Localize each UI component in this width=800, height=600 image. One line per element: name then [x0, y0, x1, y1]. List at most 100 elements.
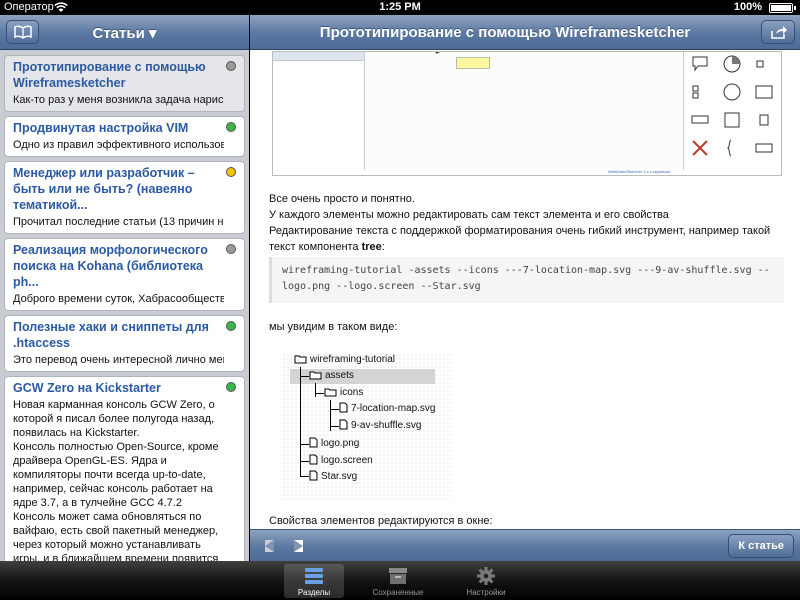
outline-pane — [273, 52, 365, 170]
paragraph-5: Свойства элементов редактируются в окне: — [269, 515, 493, 527]
tree-node-location-map: 7-location-map.svg — [339, 402, 435, 416]
tab-bar: Разделы Сохраненные Настройки — [0, 561, 800, 600]
cross-out-icon — [692, 140, 708, 156]
status-dot-icon — [226, 122, 236, 132]
article-item-title: Реализация морфологического поиска на Ko… — [13, 243, 208, 289]
file-icon — [339, 402, 348, 413]
color-picker-icon — [755, 85, 773, 99]
articles-title-dropdown[interactable]: Статьи ▾ — [0, 24, 249, 42]
status-dot-icon — [226, 167, 236, 177]
tree-node-root: wireframing-tutorial — [294, 353, 395, 367]
tab-label: Настройки — [466, 588, 506, 597]
tree-node-assets: assets — [309, 369, 354, 383]
article-item-title: Менеджер или разработчик – быть или не б… — [13, 166, 195, 212]
folder-open-icon — [324, 388, 337, 397]
chart-icon — [723, 55, 741, 73]
share-button[interactable] — [761, 20, 795, 44]
date-field-icon — [755, 143, 773, 153]
gear-icon — [477, 567, 495, 585]
article-list-item[interactable]: Реализация морфологического поиска на Ko… — [4, 238, 245, 311]
article-navbar: Прототипирование с помощью Wireframesket… — [250, 15, 800, 50]
tree-node-icons: icons — [324, 386, 363, 400]
paragraph-4: мы увидим в таком виде: — [269, 321, 398, 333]
clock: 1:25 PM — [379, 1, 421, 13]
tree-node-logo-screen: logo.screen — [309, 454, 373, 468]
paragraph-2: У каждого элементы можно редактировать с… — [269, 209, 669, 221]
back-to-article-button[interactable]: К статье — [728, 534, 794, 558]
wireframesketcher-screenshot: WireframeSketcher 4.x.x скриншот — [272, 51, 782, 176]
battery-icon — [769, 3, 796, 13]
sticky-note — [456, 57, 490, 69]
article-item-title: Полезные хаки и сниппеты для .htaccess — [13, 320, 209, 350]
component-icon — [724, 112, 740, 128]
article-item-excerpt: Это перевод очень интересной лично мен..… — [13, 354, 224, 366]
article-list-item[interactable]: Менеджер или разработчик – быть или не б… — [4, 161, 245, 234]
articles-panel: Статьи ▾ Прототипирование с помощью Wire… — [0, 15, 249, 561]
articles-navbar: Статьи ▾ — [0, 15, 249, 50]
article-item-excerpt: Как-то раз у меня возникла задача нарисо… — [13, 94, 224, 106]
tree-node-label: logo.screen — [321, 455, 373, 466]
curly-brace-icon — [726, 139, 732, 157]
tree-node-label: 9-av-shuffle.svg — [351, 420, 422, 431]
paragraph-3: Редактирование текста с поддержкой форма… — [269, 223, 784, 255]
folder-open-icon — [294, 355, 307, 364]
tree-node-star: Star.svg — [309, 470, 357, 484]
tree-node-label: Star.svg — [321, 471, 358, 482]
article-panel: Прототипирование с помощью Wireframesket… — [250, 15, 800, 561]
prev-arrow-icon[interactable] — [265, 540, 274, 552]
file-icon — [309, 437, 318, 448]
file-icon — [309, 470, 318, 481]
tree-node-shuffle: 9-av-shuffle.svg — [339, 419, 421, 433]
status-bar: Оператор 1:25 PM 100% — [0, 0, 800, 15]
share-icon — [771, 26, 787, 39]
tab-saved[interactable]: Сохраненные — [368, 564, 428, 598]
screenshot-caption: WireframeSketcher 4.x.x скриншот — [608, 169, 671, 174]
cover-flow-icon — [759, 114, 769, 126]
article-content[interactable]: WireframeSketcher 4.x.x скриншот Все оче… — [250, 51, 800, 529]
status-dot-icon — [226, 61, 236, 71]
paragraph-3-text: Редактирование текста с поддержкой форма… — [269, 225, 771, 253]
article-list-item[interactable]: Полезные хаки и сниппеты для .htaccess Эт… — [4, 315, 245, 372]
folder-open-icon — [309, 371, 322, 380]
battery-percent: 100% — [733, 1, 762, 13]
component-palette — [683, 52, 781, 170]
sections-icon — [305, 568, 323, 584]
checkbox-icon — [756, 60, 764, 68]
article-list-item[interactable]: GCW Zero на Kickstarter Новая карманная к… — [4, 376, 245, 561]
tab-settings[interactable]: Настройки — [456, 564, 516, 598]
article-list-item[interactable]: Прототипирование с помощью Wireframesket… — [4, 55, 245, 112]
article-item-excerpt: Прочитал последние статьи (13 причин не.… — [13, 216, 224, 228]
paragraph-1: Все очень просто и понятно. — [269, 193, 415, 205]
tree-node-label: icons — [340, 387, 364, 398]
tree-node-label: assets — [325, 370, 354, 381]
tree-node-label: 7-location-map.svg — [351, 403, 436, 414]
article-title: Прототипирование с помощью Wireframesket… — [319, 24, 691, 41]
tree-node-logo-png: logo.png — [309, 437, 359, 451]
checkbox-group-icon — [692, 85, 699, 99]
file-icon — [339, 419, 348, 430]
status-dot-icon — [226, 244, 236, 254]
article-list: Прототипирование с помощью Wireframesket… — [0, 50, 249, 561]
status-dot-icon — [226, 321, 236, 331]
tree-preview: wireframing-tutorial assets icons 7-loca… — [282, 353, 452, 501]
tree-node-label: logo.png — [321, 438, 360, 449]
status-dot-icon — [226, 382, 236, 392]
combo-icon — [691, 115, 709, 124]
article-item-title: Продвинутая настройка VIM — [13, 121, 189, 135]
article-list-item[interactable]: Продвинутая настройка VIM Одно из правил … — [4, 116, 245, 157]
circle-icon — [723, 83, 741, 101]
tab-label: Разделы — [297, 588, 331, 597]
sketch-canvas — [366, 52, 684, 170]
callout-icon — [692, 56, 708, 72]
code-block: wireframing-tutorial -assets --icons ---… — [269, 257, 784, 303]
outline-pane-header — [273, 52, 364, 61]
tab-sections[interactable]: Разделы — [284, 564, 344, 598]
article-item-excerpt: Одно из правил эффективного использов... — [13, 139, 224, 151]
tab-label: Сохраненные — [372, 588, 424, 597]
battery-fill — [771, 5, 791, 11]
article-toolbar: К статье — [250, 529, 800, 561]
next-arrow-icon[interactable] — [294, 540, 303, 552]
paragraph-3-suffix: : — [381, 241, 385, 253]
article-item-title: GCW Zero на Kickstarter — [13, 381, 161, 395]
file-icon — [309, 454, 318, 465]
